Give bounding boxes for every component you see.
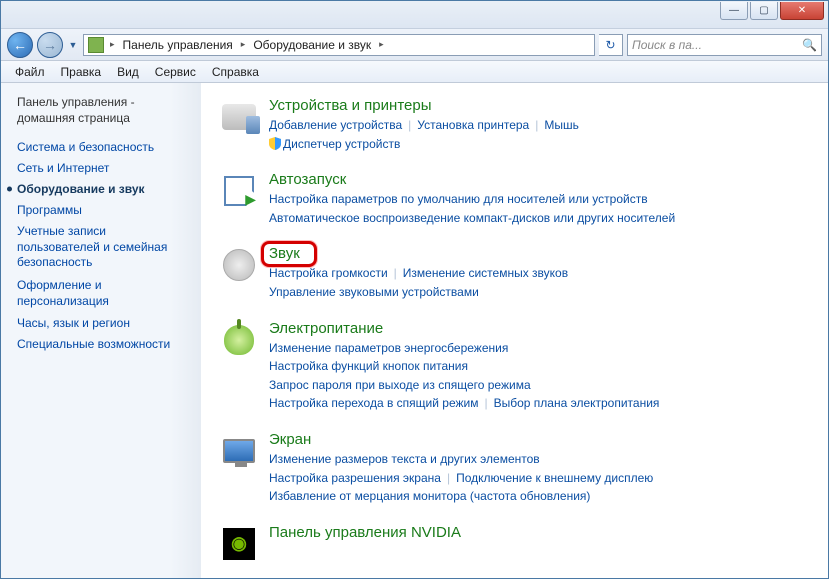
control-panel-window: — ▢ ✕ ← → ▼ ▸ Панель управления ▸ Оборуд…: [0, 0, 829, 579]
search-icon: 🔍: [802, 38, 817, 52]
group-display: Экран Изменение размеров текста и других …: [219, 431, 818, 506]
task-link[interactable]: Подключение к внешнему дисплею: [456, 471, 653, 485]
link-separator: |: [388, 266, 403, 280]
link-separator: |: [478, 396, 493, 410]
menu-file[interactable]: Файл: [7, 63, 53, 81]
link-separator: |: [529, 118, 544, 132]
power-icon: [219, 320, 259, 360]
task-link[interactable]: Установка принтера: [417, 118, 529, 132]
nav-back-button[interactable]: ←: [7, 32, 33, 58]
breadcrumb-root[interactable]: Панель управления: [121, 37, 235, 53]
autoplay-icon: [219, 171, 259, 211]
breadcrumb-current[interactable]: Оборудование и звук: [251, 37, 373, 53]
group-title-nvidia[interactable]: Панель управления NVIDIA: [269, 524, 818, 541]
task-link[interactable]: Диспетчер устройств: [269, 137, 400, 151]
sidebar: Панель управления -домашняя страница Сис…: [1, 83, 201, 578]
task-link[interactable]: Настройка параметров по умолчанию для но…: [269, 192, 648, 206]
task-link[interactable]: Запрос пароля при выходе из спящего режи…: [269, 378, 531, 392]
sound-icon: [219, 245, 259, 285]
menubar: Файл Правка Вид Сервис Справка: [1, 61, 828, 83]
task-link[interactable]: Мышь: [544, 118, 579, 132]
sidebar-cat-appearance[interactable]: Оформление и персонализация: [17, 278, 188, 309]
group-title-devices[interactable]: Устройства и принтеры: [269, 97, 818, 114]
breadcrumb-sep-icon: ▸: [108, 39, 117, 50]
menu-tools[interactable]: Сервис: [147, 63, 204, 81]
address-row: ← → ▼ ▸ Панель управления ▸ Оборудование…: [1, 29, 828, 61]
sidebar-cat-programs[interactable]: Программы: [17, 203, 188, 217]
group-links-sound: Настройка громкости|Изменение системных …: [269, 264, 818, 301]
task-link[interactable]: Добавление устройства: [269, 118, 402, 132]
refresh-button[interactable]: ↻: [599, 34, 623, 56]
location-icon: [88, 37, 104, 53]
task-link[interactable]: Автоматическое воспроизведение компакт-д…: [269, 211, 675, 225]
sidebar-cat-hardware[interactable]: Оборудование и звук: [17, 182, 188, 196]
search-placeholder: Поиск в па...: [632, 38, 702, 52]
sidebar-cat-clock[interactable]: Часы, язык и регион: [17, 316, 188, 330]
task-link[interactable]: Изменение системных звуков: [403, 266, 568, 280]
link-separator: |: [402, 118, 417, 132]
group-links-power: Изменение параметров энергосбережения Нас…: [269, 339, 818, 413]
maximize-button[interactable]: ▢: [750, 2, 778, 20]
group-power: Электропитание Изменение параметров энерг…: [219, 320, 818, 413]
breadcrumb-sep-icon: ▸: [239, 39, 248, 50]
sidebar-cat-accessibility[interactable]: Специальные возможности: [17, 337, 188, 351]
sidebar-home-link[interactable]: Панель управления -домашняя страница: [17, 95, 188, 126]
menu-help[interactable]: Справка: [204, 63, 267, 81]
link-separator: |: [441, 471, 456, 485]
group-title-display[interactable]: Экран: [269, 431, 818, 448]
group-sound: Звук Настройка громкости|Изменение систем…: [219, 245, 818, 301]
task-link[interactable]: Избавление от мерцания монитора (частота…: [269, 489, 590, 503]
group-links-devices: Добавление устройства|Установка принтера…: [269, 116, 818, 153]
task-link[interactable]: Изменение размеров текста и других элеме…: [269, 452, 540, 466]
group-title-power[interactable]: Электропитание: [269, 320, 818, 337]
nvidia-icon: ◉: [219, 524, 259, 564]
task-link[interactable]: Настройка разрешения экрана: [269, 471, 441, 485]
task-link[interactable]: Изменение параметров энергосбережения: [269, 341, 508, 355]
devices-icon: [219, 97, 259, 137]
content-pane: Устройства и принтеры Добавление устройст…: [201, 83, 828, 578]
group-autoplay: Автозапуск Настройка параметров по умолча…: [219, 171, 818, 227]
nav-forward-button[interactable]: →: [37, 32, 63, 58]
breadcrumb-sep-icon: ▸: [377, 39, 386, 50]
minimize-button[interactable]: —: [720, 2, 748, 20]
sidebar-cat-system[interactable]: Система и безопасность: [17, 140, 188, 154]
close-button[interactable]: ✕: [780, 2, 824, 20]
address-bar[interactable]: ▸ Панель управления ▸ Оборудование и зву…: [83, 34, 595, 56]
task-link[interactable]: Настройка перехода в спящий режим: [269, 396, 478, 410]
task-link[interactable]: Управление звуковыми устройствами: [269, 285, 479, 299]
task-link[interactable]: Настройка громкости: [269, 266, 388, 280]
group-title-sound[interactable]: Звук: [269, 245, 300, 262]
search-input[interactable]: Поиск в па... 🔍: [627, 34, 822, 56]
group-nvidia: ◉ Панель управления NVIDIA: [219, 524, 818, 564]
group-links-autoplay: Настройка параметров по умолчанию для но…: [269, 190, 818, 227]
menu-edit[interactable]: Правка: [53, 63, 110, 81]
menu-view[interactable]: Вид: [109, 63, 147, 81]
group-links-display: Изменение размеров текста и других элеме…: [269, 450, 818, 506]
display-icon: [219, 431, 259, 471]
task-link[interactable]: Настройка функций кнопок питания: [269, 359, 468, 373]
sidebar-cat-users[interactable]: Учетные записи пользователей и семейная …: [17, 224, 188, 271]
group-title-autoplay[interactable]: Автозапуск: [269, 171, 818, 188]
task-link[interactable]: Выбор плана электропитания: [494, 396, 660, 410]
titlebar: — ▢ ✕: [1, 1, 828, 29]
group-devices: Устройства и принтеры Добавление устройст…: [219, 97, 818, 153]
sidebar-cat-network[interactable]: Сеть и Интернет: [17, 161, 188, 175]
nav-history-dropdown[interactable]: ▼: [67, 40, 79, 50]
